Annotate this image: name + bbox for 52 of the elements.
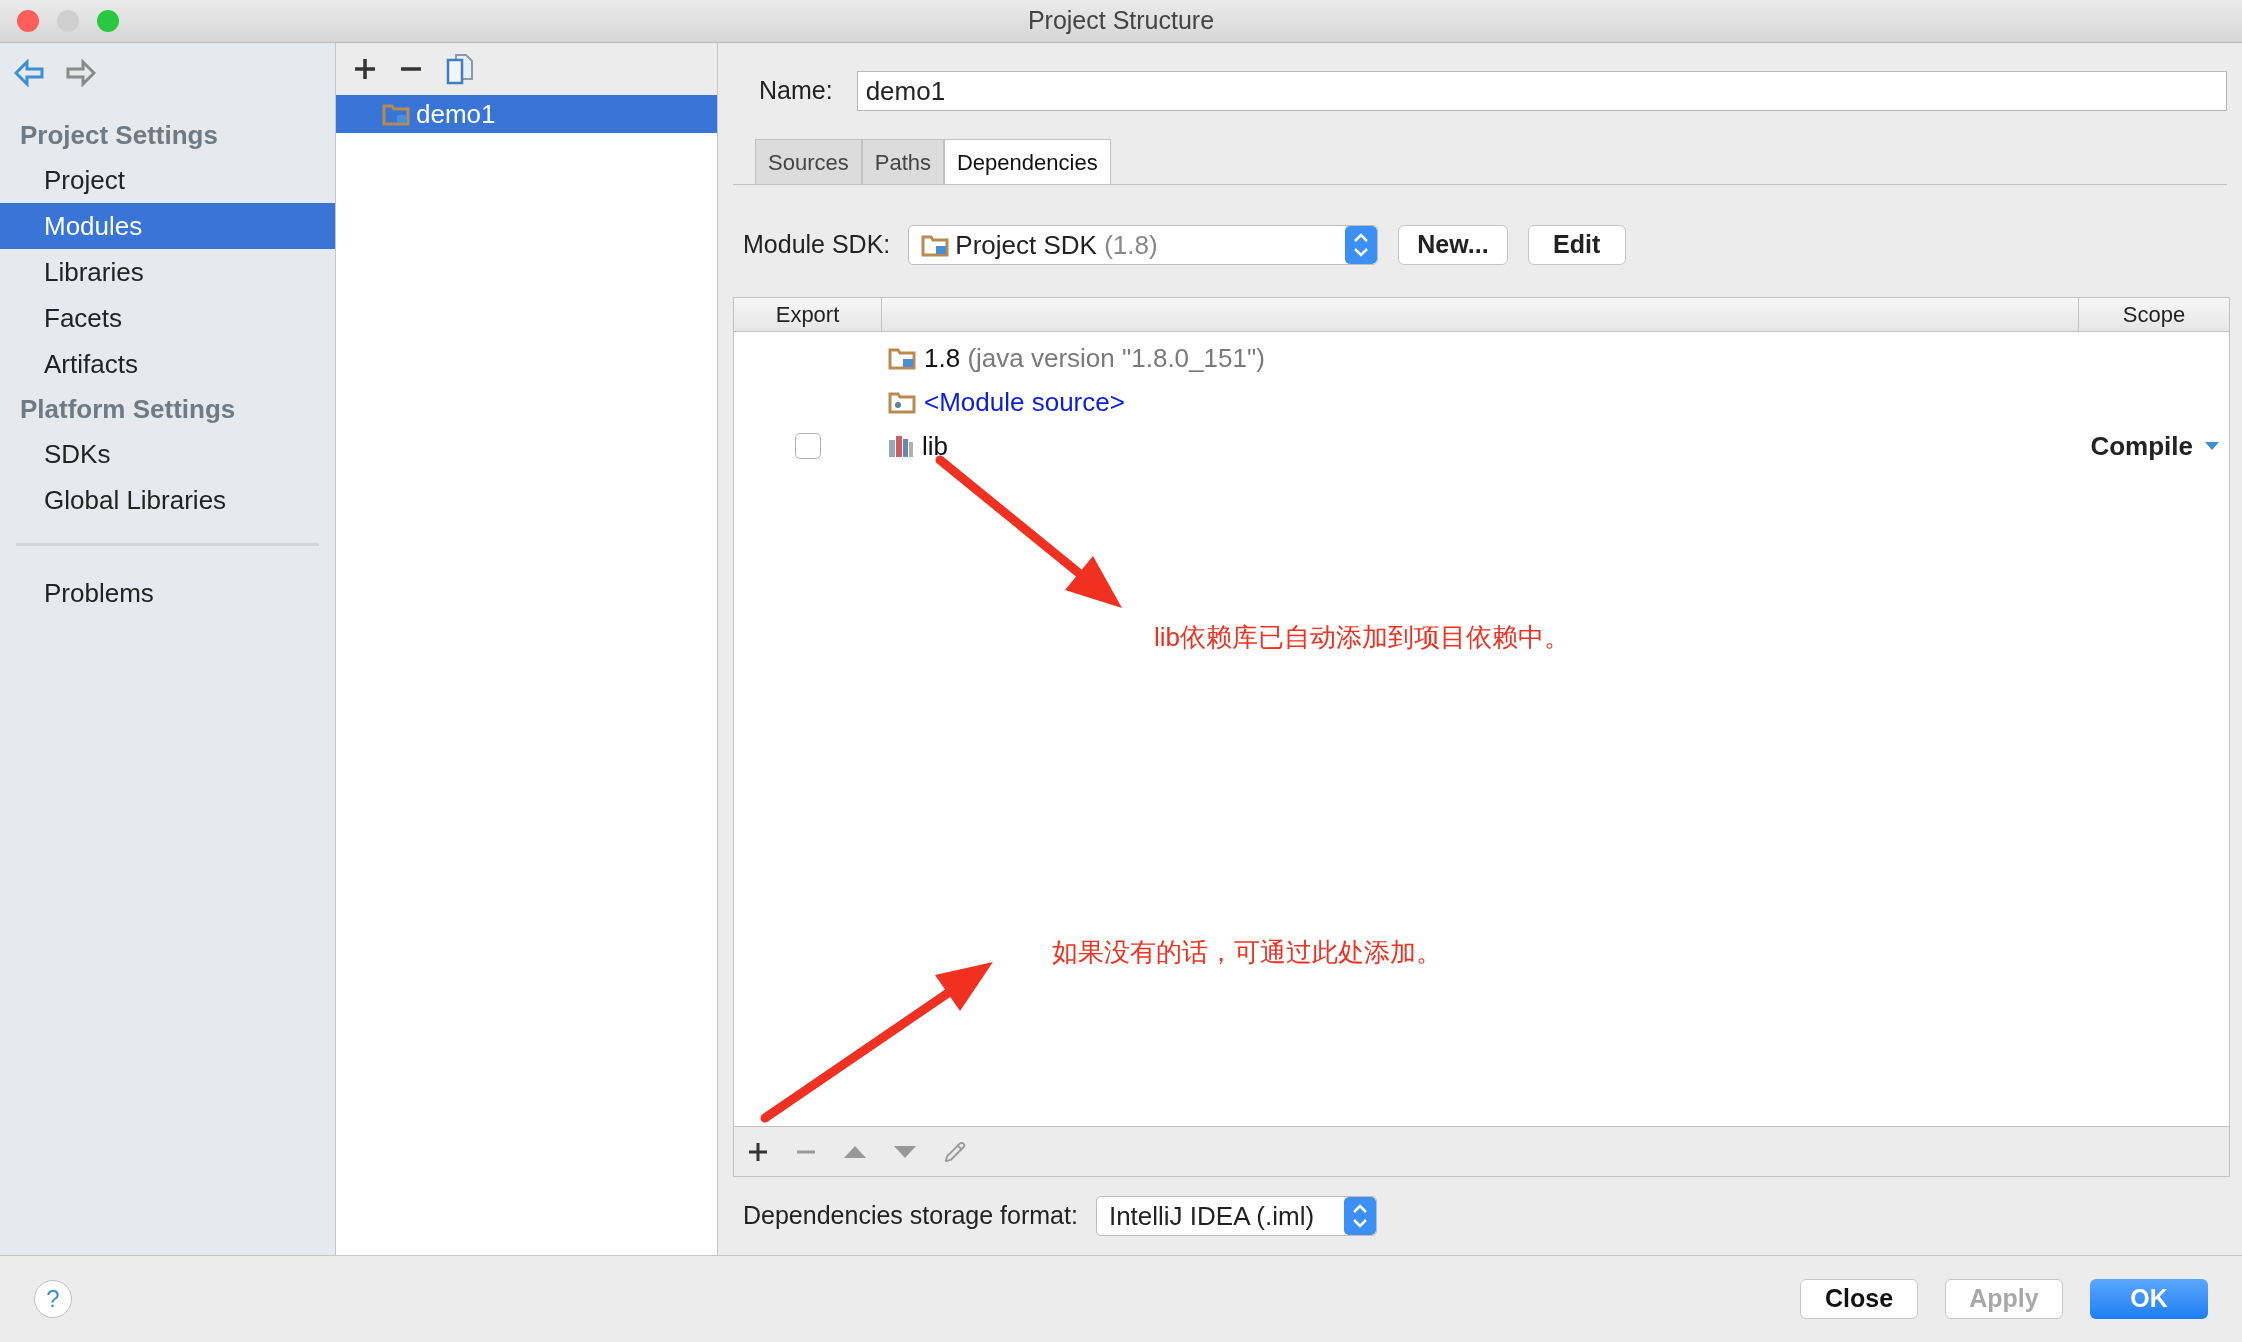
section-heading: Platform Settings (19, 392, 237, 426)
forward-arrow-icon[interactable] (66, 59, 96, 87)
library-icon (888, 434, 914, 458)
stepper-icon (1344, 1197, 1377, 1235)
storage-format-label: Dependencies storage format: (743, 1200, 1078, 1232)
stepper-icon (1345, 226, 1378, 264)
folder-icon (888, 346, 916, 370)
column-header[interactable]: Export (734, 298, 882, 331)
dependency-name: lib (922, 429, 948, 463)
folder-icon (382, 102, 410, 126)
dialog-button[interactable]: Close (1800, 1279, 1918, 1319)
caret-icon (2205, 442, 2219, 450)
storage-format-dropdown[interactable]: IntelliJ IDEA (.iml) (1095, 1196, 1378, 1236)
sidebar-item[interactable]: Artifacts (0, 341, 335, 387)
back-arrow-icon[interactable] (14, 59, 44, 87)
module-item[interactable]: demo1 (336, 95, 717, 133)
name-label: Name: (759, 75, 833, 107)
section-heading: Project Settings (19, 118, 219, 152)
plus-icon[interactable] (748, 1141, 768, 1162)
sdk-button[interactable]: Edit (1527, 225, 1626, 265)
sidebar-item[interactable]: Global Libraries (0, 477, 335, 523)
tab[interactable]: Sources (755, 139, 862, 185)
annotation-text: lib依赖库已自动添加到项目依赖中。 (1154, 621, 1570, 654)
folder-icon (921, 233, 950, 257)
sidebar-item[interactable]: SDKs (0, 431, 335, 477)
name-field[interactable]: demo1 (856, 71, 2227, 111)
plus-icon[interactable] (354, 58, 376, 80)
module-sdk-label: Module SDK: (743, 229, 891, 261)
window-title: Project Structure (1027, 5, 1215, 37)
sdk-button[interactable]: New... (1398, 225, 1508, 265)
copy-icon[interactable] (446, 53, 474, 85)
sidebar-item[interactable]: Problems (0, 570, 335, 616)
dependency-name: 1.8 (java version "1.8.0_151") (924, 341, 1265, 375)
tab[interactable]: Paths (861, 139, 944, 185)
scope-dropdown[interactable]: Compile (2090, 426, 2229, 466)
sidebar-item[interactable]: Modules (0, 203, 335, 249)
sidebar-item[interactable]: Facets (0, 295, 335, 341)
sidebar-item[interactable]: Project (0, 157, 335, 203)
sidebar-item[interactable]: Libraries (0, 249, 335, 295)
annotation-text: 如果没有的话，可通过此处添加。 (1052, 936, 1442, 969)
folder-icon (888, 390, 916, 414)
dependency-name: <Module source> (924, 385, 1125, 419)
tab[interactable]: Dependencies (944, 139, 1111, 185)
window-control-icon[interactable] (57, 10, 79, 32)
export-checkbox[interactable] (795, 433, 821, 459)
down-triangle-icon[interactable] (894, 1145, 916, 1158)
pencil-icon[interactable] (944, 1140, 966, 1163)
window-control-icon[interactable] (17, 10, 39, 32)
column-header[interactable]: Scope (2079, 298, 2229, 331)
sdk-dropdown[interactable]: Project SDK (1.8) (908, 225, 1379, 265)
window-control-icon[interactable] (97, 10, 119, 32)
up-triangle-icon[interactable] (844, 1145, 866, 1158)
